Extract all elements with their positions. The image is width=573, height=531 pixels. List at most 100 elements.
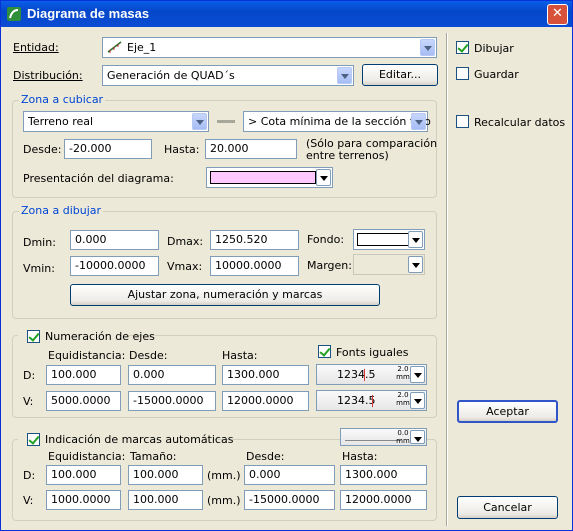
distribucion-select[interactable]: Generación de QUAD´s <box>102 65 354 86</box>
cancelar-button[interactable]: Cancelar <box>457 496 558 519</box>
distribucion-value: Generación de QUAD´s <box>107 69 235 82</box>
numeracion-label: Numeración de ejes <box>45 330 155 343</box>
marcas-v-desde[interactable]: -15000.0000 <box>244 490 335 510</box>
dmin-label: Dmin: <box>23 236 56 249</box>
margen-select[interactable] <box>353 254 425 275</box>
vertical-divider-highlight <box>447 33 448 526</box>
marcas-col-hasta: Hasta: <box>342 450 378 463</box>
num-d-hasta[interactable]: 1300.000 <box>222 365 309 385</box>
fondo-color-select[interactable] <box>353 229 425 250</box>
cota-value: > Cota mínima de la sección tipo <box>248 115 431 128</box>
num-d-font-value: 1234.5 <box>337 368 376 381</box>
marcas-style-select[interactable]: 0.0 mm <box>340 428 427 446</box>
presentacion-color-swatch <box>210 171 316 184</box>
num-col-equidistancia: Equidistancia: <box>48 349 126 362</box>
ajustar-button[interactable]: Ajustar zona, numeración y marcas <box>70 284 380 306</box>
marcas-d-mm-label: (mm.) <box>207 469 241 482</box>
num-col-hasta: Hasta: <box>222 349 258 362</box>
presentacion-label: Presentación del diagrama: <box>23 172 174 185</box>
font-marker <box>372 395 373 407</box>
marcas-d-tamano[interactable]: 100.000 <box>128 465 203 485</box>
close-button[interactable]: ✕ <box>547 4 568 25</box>
marcas-v-hasta[interactable]: 12000.0000 <box>340 490 427 510</box>
marcas-d-desde[interactable]: 0.000 <box>244 465 335 485</box>
hasta-input[interactable]: 20.000 <box>205 139 297 159</box>
guardar-checkbox[interactable] <box>456 67 469 80</box>
num-v-font-select[interactable]: 1234.5 2.0 mm <box>316 390 427 411</box>
margen-label: Margen: <box>307 259 352 272</box>
cota-select[interactable]: > Cota mínima de la sección tipo <box>243 111 431 132</box>
recalcular-label: Recalcular datos <box>474 116 566 129</box>
recalcular-checkbox[interactable] <box>456 115 469 128</box>
terreno-select[interactable]: Terreno real <box>23 111 209 132</box>
entidad-select[interactable]: Eje_1 <box>102 37 437 58</box>
dibujar-label: Dibujar <box>474 42 514 55</box>
num-d-desde[interactable]: 0.000 <box>128 365 216 385</box>
num-d-equidistancia[interactable]: 100.000 <box>46 365 121 385</box>
dmax-label: Dmax: <box>167 235 204 248</box>
presentacion-dropdown-icon[interactable] <box>316 169 331 186</box>
margen-dropdown-icon[interactable] <box>408 256 423 273</box>
num-v-font-dropdown-icon[interactable] <box>410 392 425 409</box>
dmin-input[interactable]: 0.000 <box>70 230 159 250</box>
num-row-d-label: D: <box>23 369 36 382</box>
presentacion-color-select[interactable] <box>206 167 333 188</box>
marcas-label: Indicación de marcas automáticas <box>45 433 234 446</box>
marcas-style-dropdown-icon[interactable] <box>410 430 425 444</box>
fondo-label: Fondo: <box>307 233 345 246</box>
fondo-dropdown-icon[interactable] <box>408 231 423 248</box>
marcas-col-desde: Desde: <box>246 450 285 463</box>
marcas-row-v-label: V: <box>23 494 34 507</box>
num-v-font-value: 1234.5 <box>337 394 376 407</box>
marcas-v-equidistancia[interactable]: 1000.0000 <box>46 490 121 510</box>
distribucion-dropdown-icon[interactable] <box>337 67 352 84</box>
entidad-label: Entidad: <box>13 41 59 54</box>
window-title: Diagrama de masas <box>27 6 150 21</box>
desde-input[interactable]: -20.000 <box>64 139 152 159</box>
vmin-label: Vmin: <box>23 262 55 275</box>
num-d-font-select[interactable]: 1234.5 2.0 mm <box>316 364 427 385</box>
dialog-window: Diagrama de masas ✕ Entidad: Eje_1 Distr… <box>0 0 573 531</box>
separator-dash <box>217 120 235 123</box>
marcas-col-equidistancia: Equidistancia: <box>48 450 126 463</box>
fonts-iguales-checkbox[interactable] <box>318 345 331 358</box>
title-bar[interactable]: Diagrama de masas ✕ <box>1 1 572 27</box>
zona-cubicar-legend: Zona a cubicar <box>19 93 106 106</box>
fondo-color-swatch <box>357 233 409 246</box>
dibujar-checkbox[interactable] <box>456 41 469 54</box>
num-v-desde[interactable]: -15000.0000 <box>128 391 216 411</box>
entidad-value: Eje_1 <box>127 41 157 54</box>
num-v-equidistancia[interactable]: 5000.0000 <box>46 391 121 411</box>
marcas-row-d-label: D: <box>23 469 36 482</box>
cota-dropdown-icon[interactable] <box>411 113 426 130</box>
marcas-d-hasta[interactable]: 1300.000 <box>340 465 427 485</box>
entidad-dropdown-icon[interactable] <box>420 39 435 56</box>
hasta-label: Hasta: <box>164 143 200 156</box>
terreno-dropdown-icon[interactable] <box>192 113 207 130</box>
editar-button[interactable]: Editar... <box>362 64 438 86</box>
marcas-checkbox[interactable] <box>27 433 40 446</box>
num-col-desde: Desde: <box>129 349 168 362</box>
vmax-input[interactable]: 10000.0000 <box>210 256 299 276</box>
marcas-v-mm-label: (mm.) <box>207 494 241 507</box>
close-icon: ✕ <box>552 6 563 21</box>
marcas-d-equidistancia[interactable]: 100.000 <box>46 465 121 485</box>
guardar-label: Guardar <box>474 68 519 81</box>
numeracion-checkbox[interactable] <box>27 330 40 343</box>
num-v-hasta[interactable]: 12000.0000 <box>222 391 309 411</box>
font-marker <box>364 369 365 381</box>
num-d-font-dropdown-icon[interactable] <box>410 366 425 383</box>
num-row-v-label: V: <box>23 395 34 408</box>
distribucion-label: Distribución: <box>13 69 83 82</box>
vmax-label: Vmax: <box>167 260 203 273</box>
vmin-input[interactable]: -10000.0000 <box>70 256 159 276</box>
axis-icon <box>107 41 122 53</box>
marcas-col-tamano: Tamaño: <box>130 450 177 463</box>
dmax-input[interactable]: 1250.520 <box>210 230 299 250</box>
app-icon <box>7 7 21 21</box>
aceptar-button[interactable]: Aceptar <box>457 400 558 423</box>
comparison-note: (Sólo para comparación entre terrenos) <box>306 137 438 162</box>
marcas-v-tamano[interactable]: 100.000 <box>128 490 203 510</box>
fonts-iguales-label: Fonts iguales <box>336 346 409 359</box>
zona-dibujar-legend: Zona a dibujar <box>19 204 104 217</box>
